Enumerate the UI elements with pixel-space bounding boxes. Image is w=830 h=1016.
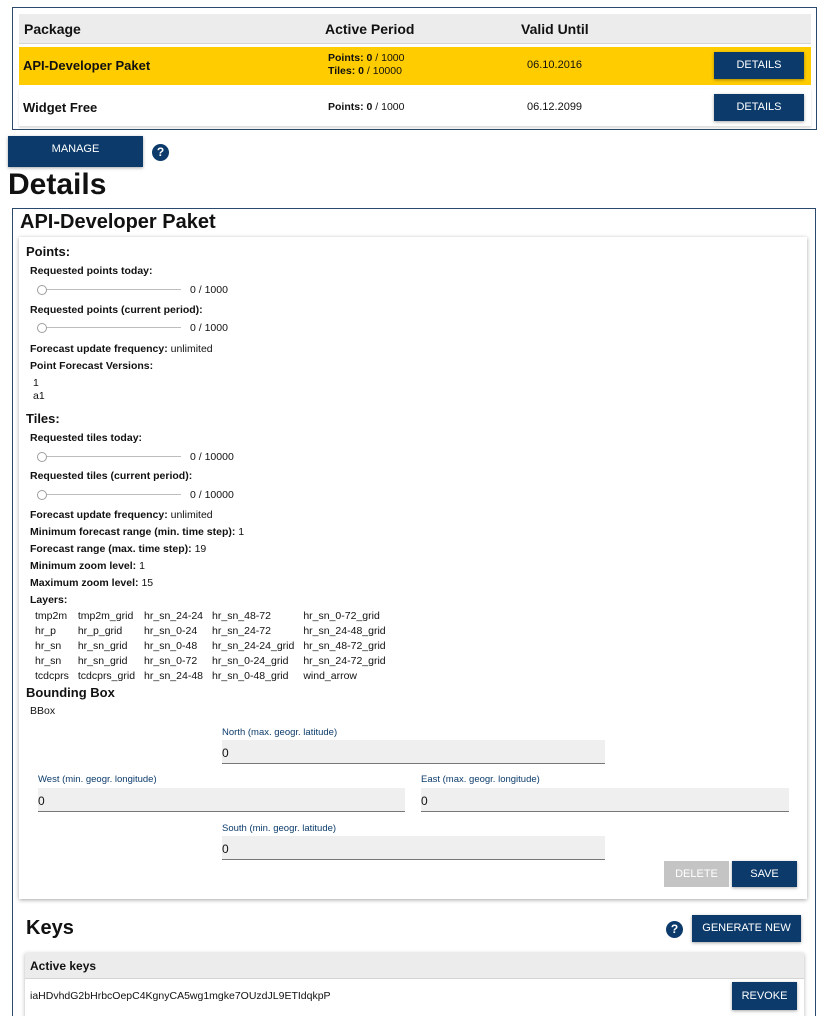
points-period-label: Requested points (current period): [30,304,203,316]
points-section-title: Points: [26,244,71,259]
packages-table-header: Package Active Period Valid Until [19,14,811,44]
layer-name: hr_sn_24-24 [144,610,204,622]
layer-name: wind_arrow [303,670,358,682]
layers-row: hr_sn hr_sn_grid hr_sn_0-72 hr_sn_0-24_grid… [35,655,393,668]
package-row-widget-free[interactable]: Widget Free Points: 0 / 1000 06.12.2099 … [19,89,811,127]
package-row-api-developer[interactable]: API-Developer Paket Points: 0 / 1000 Til… [19,47,811,85]
points-today-slider[interactable] [37,284,183,296]
active-keys-card: Active keys iaHDvhdG2bHrbcOepC4KgnyCA5wg… [25,953,804,1016]
south-input[interactable]: 0 [222,836,605,860]
layer-name: hr_sn_grid [77,655,128,667]
layers-row: tmp2m tmp2m_grid hr_sn_24-24 hr_sn_48-72 hr_… [35,610,393,623]
slider-thumb[interactable] [37,490,47,500]
layer-name: hr_sn_0-24 [144,625,198,637]
slider-thumb[interactable] [37,285,47,295]
north-label: North (max. geogr. latitude) [222,727,338,738]
points-today-label: Requested points today: [30,265,153,277]
header-package: Package [24,21,81,37]
layer-name: hr_sn_24-72_grid [303,655,386,667]
tiles-today-slider[interactable] [37,451,183,463]
slider-thumb[interactable] [37,452,47,462]
layer-name: hr_p_grid [77,625,123,637]
page-title: Details [8,168,107,201]
bounding-box-title: Bounding Box [26,685,115,700]
header-active-period: Active Period [325,21,415,37]
layer-name: hr_sn [35,655,62,667]
points-period-slider[interactable] [37,322,183,334]
details-panel: API-Developer Paket Points: Requested po… [12,208,816,1016]
package-name: API-Developer Paket [23,58,151,73]
points-period-value: 0 / 1000 [190,322,228,334]
points-today-value: 0 / 1000 [190,284,228,296]
layer-name: hr_sn_24-72 [212,625,271,637]
version-item: a1 [33,390,45,402]
forecast-range: Forecast range (max. time step): 19 [30,543,207,555]
tiles-frequency: Forecast update frequency: unlimited [30,509,213,521]
west-input[interactable]: 0 [38,788,405,812]
tiles-period-value: 0 / 10000 [190,489,234,501]
package-active-period: Points: 0 / 1000 Tiles: 0 / 10000 [328,52,405,77]
layer-name: hr_sn_24-48 [144,670,204,682]
point-forecast-versions-label: Point Forecast Versions: [30,360,154,372]
generate-new-key-button[interactable]: GENERATE NEW KEY [692,915,801,961]
tiles-period-slider[interactable] [37,489,183,501]
help-icon[interactable]: ? [666,921,683,938]
revoke-button[interactable]: REVOKE [732,982,797,1010]
south-label: South (min. geogr. latitude) [222,823,337,834]
help-icon[interactable]: ? [152,144,169,161]
package-valid-until: 06.12.2099 [527,101,583,113]
package-name: Widget Free [23,100,98,115]
details-button[interactable]: DETAILS [714,52,804,79]
min-zoom-level: Minimum zoom level: 1 [30,560,145,572]
layer-name: tcdcprs [35,670,69,682]
version-item: 1 [33,377,39,389]
keys-title: Keys [26,917,74,939]
layer-name: hr_sn_24-24_grid [212,640,295,652]
slider-thumb[interactable] [37,323,47,333]
east-label: East (max. geogr. longitude) [421,774,540,785]
layer-name: hr_sn_0-72_grid [303,610,380,622]
layer-name: hr_sn_48-72 [212,610,271,622]
tiles-period-label: Requested tiles (current period): [30,470,193,482]
layer-name: hr_sn_0-72 [144,655,198,667]
layer-name: tcdcprs_grid [77,670,136,682]
bbox-subtitle: BBox [30,705,56,717]
layer-name: hr_sn_0-48 [144,640,198,652]
min-forecast-range: Minimum forecast range (min. time step):… [30,526,245,538]
layers-label: Layers: [30,594,68,606]
layer-name: hr_sn_24-48_grid [303,625,386,637]
north-input[interactable]: 0 [222,740,605,764]
east-input[interactable]: 0 [421,788,789,812]
layer-name: hr_sn_0-24_grid [212,655,289,667]
package-active-period: Points: 0 / 1000 [328,101,405,113]
layers-row: hr_p hr_p_grid hr_sn_0-24 hr_sn_24-72 hr_sn_… [35,625,393,638]
package-details-card: Points: Requested points today: 0 / 1000… [19,237,807,899]
layers-row: hr_sn hr_sn_grid hr_sn_0-48 hr_sn_24-24_gri… [35,640,393,653]
layer-name: hr_sn_grid [77,640,128,652]
west-label: West (min. geogr. longitude) [38,774,157,785]
packages-panel: Package Active Period Valid Until API-De… [12,7,817,130]
package-title: API-Developer Paket [20,211,216,233]
layer-name: tmp2m [35,610,68,622]
manage-subscriptions-button[interactable]: MANAGE SUBSCRIPTIONS [8,136,143,182]
layer-name: hr_sn_0-48_grid [212,670,289,682]
details-button[interactable]: DETAILS [714,94,804,121]
tiles-section-title: Tiles: [26,411,60,426]
header-valid-until: Valid Until [521,21,589,37]
delete-button[interactable]: DELETE [664,861,729,887]
save-button[interactable]: SAVE [732,861,797,887]
layer-name: hr_sn [35,640,62,652]
layer-name: hr_sn_48-72_grid [303,640,386,652]
active-keys-header: Active keys [25,953,804,979]
layers-row: tcdcprs tcdcprs_grid hr_sn_24-48 hr_sn_0-48… [35,670,393,683]
layer-name: hr_p [35,625,57,637]
layers-table: tmp2m tmp2m_grid hr_sn_24-24 hr_sn_48-72 hr_… [33,608,395,685]
tiles-today-value: 0 / 10000 [190,451,234,463]
tiles-today-label: Requested tiles today: [30,432,143,444]
package-valid-until: 06.10.2016 [527,59,583,71]
layer-name: tmp2m_grid [77,610,134,622]
max-zoom-level: Maximum zoom level: 15 [30,577,154,589]
api-key-value: iaHDvhdG2bHrbcOepC4KgnyCA5wg1mgke7OUzdJL… [30,990,331,1002]
points-frequency: Forecast update frequency: unlimited [30,343,213,355]
